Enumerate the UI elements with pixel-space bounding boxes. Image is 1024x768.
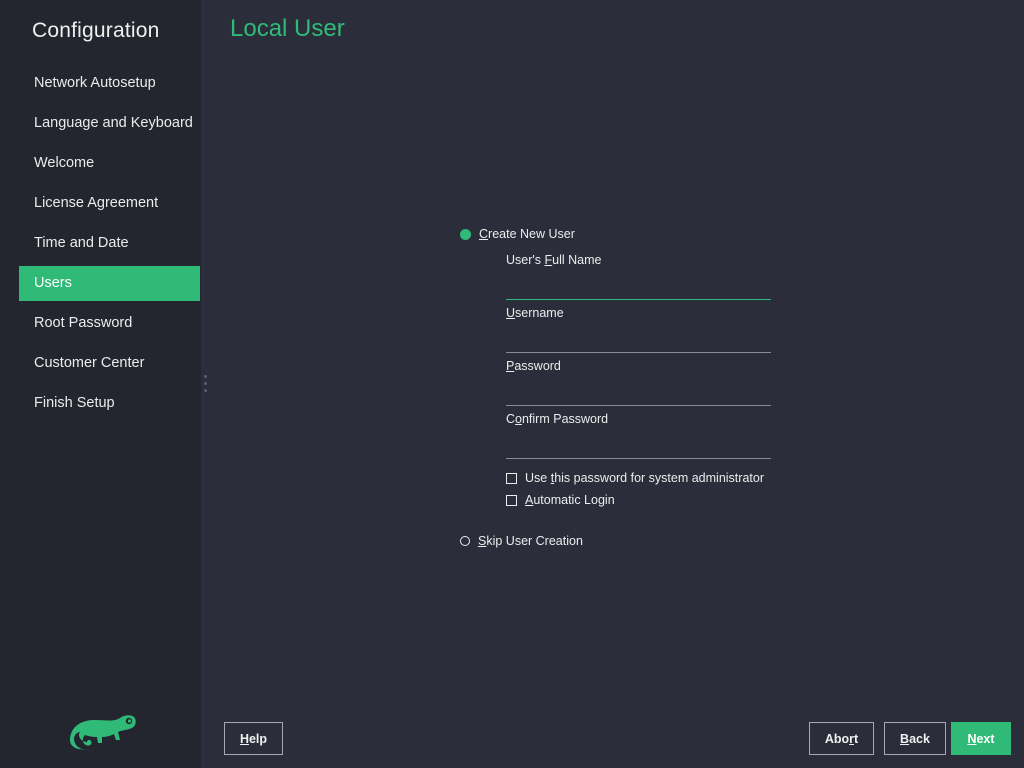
chameleon-logo-icon <box>70 715 136 750</box>
full-name-field-group: User's Full Name <box>506 253 771 300</box>
radio-unselected-icon <box>460 536 470 546</box>
radio-selected-icon <box>460 228 471 240</box>
sidebar-item-users[interactable]: Users <box>19 266 200 301</box>
sidebar-item-root-password[interactable]: Root Password <box>19 303 200 343</box>
confirm-password-field-group: Confirm Password <box>506 412 771 459</box>
use-password-for-admin-label: Use this password for system administrat… <box>525 471 764 485</box>
use-password-for-admin-checkbox[interactable]: Use this password for system administrat… <box>506 471 764 485</box>
username-input[interactable] <box>506 327 771 353</box>
confirm-password-input[interactable] <box>506 433 771 459</box>
sidebar-item-network-autosetup[interactable]: Network Autosetup <box>19 63 200 103</box>
sidebar-item-license-agreement[interactable]: License Agreement <box>19 183 200 223</box>
checkbox-unchecked-icon <box>506 494 517 506</box>
help-button[interactable]: Help <box>224 722 283 755</box>
sidebar-title: Configuration <box>32 19 160 42</box>
full-name-input[interactable] <box>506 274 771 300</box>
username-label: Username <box>506 306 564 320</box>
checkbox-unchecked-icon <box>506 472 517 484</box>
skip-user-creation-label: Skip User Creation <box>478 534 583 548</box>
skip-user-creation-radio[interactable]: Skip User Creation <box>460 534 583 548</box>
password-field-group: Password <box>506 359 771 406</box>
sidebar-splitter-handle[interactable] <box>204 375 207 393</box>
password-input[interactable] <box>506 380 771 406</box>
automatic-login-label: Automatic Login <box>525 493 615 507</box>
sidebar-item-welcome[interactable]: Welcome <box>19 143 200 183</box>
abort-button[interactable]: Abo r t <box>809 722 874 755</box>
back-button[interactable]: Back <box>884 722 946 755</box>
sidebar-item-time-date[interactable]: Time and Date <box>19 223 200 263</box>
sidebar-steps: Network Autosetup Language and Keyboard … <box>19 63 200 423</box>
create-new-user-radio[interactable]: Create New User <box>460 227 575 241</box>
automatic-login-checkbox[interactable]: Automatic Login <box>506 493 615 507</box>
username-field-group: Username <box>506 306 771 353</box>
password-label: Password <box>506 359 561 373</box>
sidebar-item-customer-center[interactable]: Customer Center <box>19 343 200 383</box>
full-name-label: User's Full Name <box>506 253 602 267</box>
sidebar-item-language-keyboard[interactable]: Language and Keyboard <box>19 103 200 143</box>
next-button[interactable]: Next <box>951 722 1011 755</box>
confirm-password-label: Confirm Password <box>506 412 609 426</box>
create-new-user-label: Create New User <box>479 227 575 241</box>
sidebar: Configuration Network Autosetup Language… <box>0 0 201 768</box>
sidebar-item-finish-setup[interactable]: Finish Setup <box>19 383 200 423</box>
page-title: Local User <box>230 15 345 42</box>
